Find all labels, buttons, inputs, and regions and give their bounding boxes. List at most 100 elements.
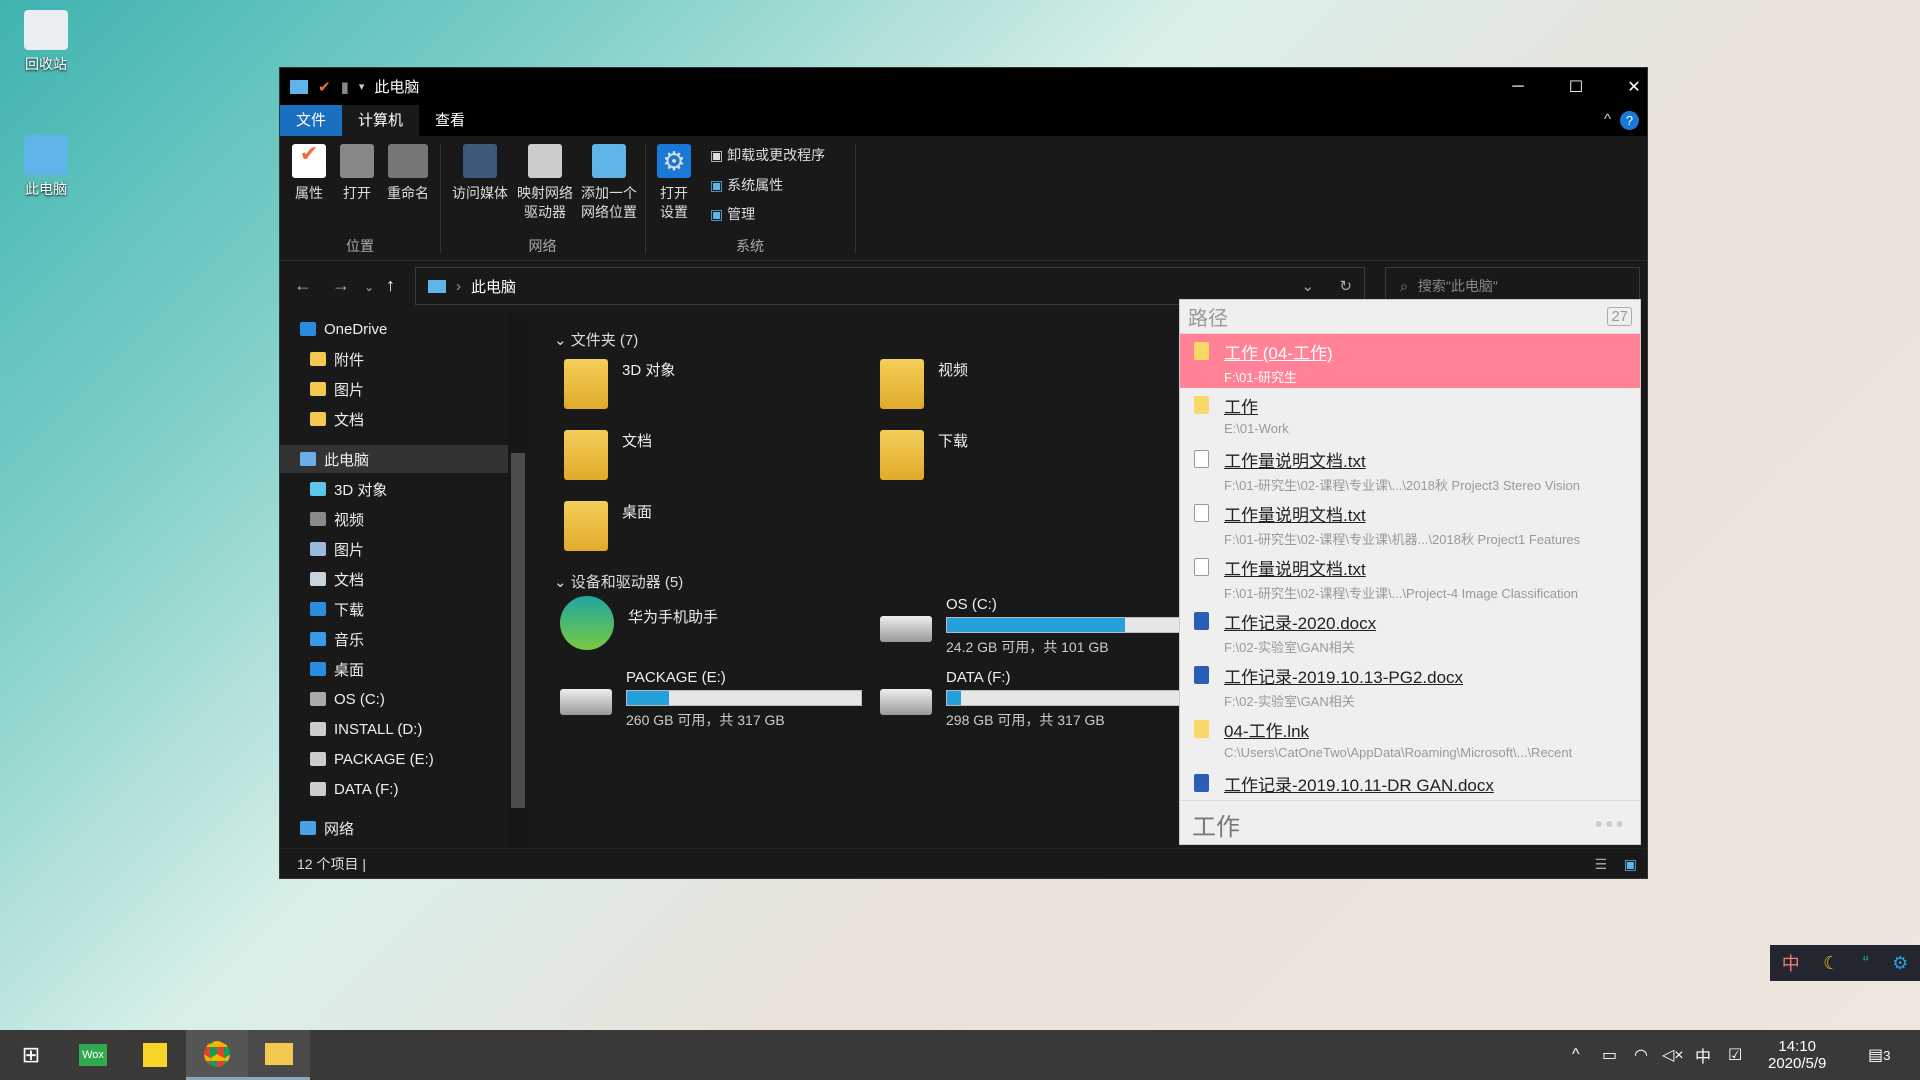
- navigation-pane: OneDrive 附件 图片 文档 此电脑 3D 对象 视频 图片 文档 下载 音乐 桌面 OS (C:…: [280, 313, 528, 850]
- scrollbar-thumb[interactable]: [511, 453, 525, 808]
- clock[interactable]: 14:10 2020/5/9: [1768, 1030, 1826, 1080]
- map-network-drive-button[interactable]: 映射网络 驱动器: [514, 144, 576, 222]
- add-network-location-button[interactable]: 添加一个 网络位置: [578, 144, 640, 222]
- help-icon[interactable]: ?: [1620, 111, 1639, 130]
- tab-file[interactable]: 文件: [280, 105, 343, 136]
- folder-item[interactable]: 桌面: [564, 501, 652, 551]
- drive-item[interactable]: DATA (F:) 298 GB 可用，共 317 GB: [880, 669, 1182, 730]
- sidebar-item[interactable]: 此电脑: [280, 445, 508, 473]
- system-properties-button[interactable]: ▣ 系统属性: [710, 176, 783, 195]
- desktop-icon-this-pc[interactable]: 此电脑: [6, 135, 86, 199]
- sidebar-item[interactable]: 视频: [280, 505, 508, 533]
- moon-icon[interactable]: ☾: [1823, 953, 1839, 974]
- maximize-button[interactable]: ☐: [1547, 68, 1605, 105]
- sidebar-item[interactable]: 3D 对象: [280, 475, 508, 503]
- ime-mode-chinese[interactable]: 中: [1782, 950, 1800, 976]
- folder-item[interactable]: 下载: [880, 430, 968, 480]
- punctuation-icon[interactable]: “: [1863, 953, 1869, 974]
- wox-result-item[interactable]: 04-工作.lnk C:\Users\CatOneTwo\AppData\Roam…: [1180, 712, 1640, 766]
- sidebar-item[interactable]: 文档: [280, 405, 508, 433]
- manage-button[interactable]: ▣ 管理: [710, 205, 755, 224]
- pen-workspace-icon[interactable]: ☑: [1728, 1030, 1742, 1080]
- customize-quick-access-icon[interactable]: ▾: [359, 80, 365, 93]
- breadcrumb-this-pc[interactable]: 此电脑: [471, 276, 516, 297]
- sidebar-item[interactable]: OneDrive: [280, 315, 508, 343]
- recent-locations-button[interactable]: ⌄: [364, 280, 374, 294]
- device-item[interactable]: 华为手机助手: [560, 596, 718, 650]
- wox-icon: Wox: [79, 1044, 107, 1066]
- wox-result-item[interactable]: 工作记录-2020.docx F:\02-实验室\GAN相关: [1180, 604, 1640, 658]
- uninstall-program-button[interactable]: ▣ 卸载或更改程序: [710, 146, 825, 165]
- close-button[interactable]: ✕: [1605, 68, 1663, 105]
- open-quick-icon[interactable]: ▮: [341, 78, 349, 96]
- taskbar-file-explorer[interactable]: [248, 1030, 310, 1080]
- folder-icon: [1194, 720, 1209, 738]
- sidebar-item[interactable]: OS (C:): [280, 685, 508, 713]
- desktop-icon-recycle-bin[interactable]: 回收站: [6, 10, 86, 74]
- battery-icon[interactable]: ▭: [1602, 1030, 1617, 1080]
- drive-item[interactable]: OS (C:) 24.2 GB 可用，共 101 GB: [880, 596, 1182, 657]
- open-settings-button[interactable]: ⚙ 打开 设置: [655, 144, 693, 222]
- sidebar-item[interactable]: 图片: [280, 535, 508, 563]
- sidebar-item[interactable]: 图片: [280, 375, 508, 403]
- computer-icon: [428, 279, 446, 293]
- collapse-ribbon-icon[interactable]: ^: [1604, 111, 1611, 128]
- taskbar-sticky-notes[interactable]: [124, 1030, 186, 1080]
- folders-group-header[interactable]: ⌄ 文件夹 (7): [554, 329, 638, 350]
- sidebar-item[interactable]: 下载: [280, 595, 508, 623]
- sidebar-item[interactable]: DATA (F:): [280, 775, 508, 803]
- group-label-system: 系统: [736, 238, 764, 254]
- taskbar-chrome[interactable]: [186, 1030, 248, 1080]
- windows-icon: ⊞: [21, 1042, 41, 1067]
- sidebar-item[interactable]: 桌面: [280, 655, 508, 683]
- refresh-icon[interactable]: ↻: [1339, 277, 1352, 295]
- open-button[interactable]: 打开: [338, 144, 376, 203]
- back-button[interactable]: ←: [294, 275, 312, 296]
- wox-result-item[interactable]: 工作记录-2019.10.13-PG2.docx F:\02-实验室\GAN相关: [1180, 658, 1640, 712]
- volume-muted-icon[interactable]: ◁×: [1662, 1030, 1684, 1080]
- wox-result-item[interactable]: 工作 E:\01-Work: [1180, 388, 1640, 442]
- rename-button[interactable]: 重命名: [384, 144, 432, 203]
- settings-icon[interactable]: ⚙: [1892, 953, 1908, 974]
- folder-item[interactable]: 视频: [880, 359, 968, 409]
- windows-drive-icon: [880, 616, 932, 642]
- start-button[interactable]: ⊞: [0, 1030, 62, 1080]
- devices-group-header[interactable]: ⌄ 设备和驱动器 (5): [554, 571, 683, 592]
- tab-computer[interactable]: 计算机: [342, 105, 420, 136]
- title-bar: ✔ ▮ ▾ 此电脑 ─ ☐ ✕: [280, 68, 1647, 105]
- more-icon[interactable]: ●●●: [1595, 815, 1626, 831]
- access-media-button[interactable]: 访问媒体: [450, 144, 510, 203]
- sidebar-item[interactable]: 网络: [280, 814, 508, 842]
- sidebar-item-icon: [310, 542, 326, 556]
- show-hidden-icons[interactable]: ^: [1572, 1030, 1580, 1080]
- forward-button[interactable]: →: [332, 275, 350, 296]
- sidebar-item[interactable]: PACKAGE (E:): [280, 745, 508, 773]
- address-dropdown-icon[interactable]: ⌄: [1301, 277, 1314, 295]
- details-view-icon[interactable]: ☰: [1594, 849, 1607, 879]
- drive-icon: [560, 689, 612, 715]
- taskbar-wox[interactable]: Wox: [62, 1030, 124, 1080]
- sidebar-item[interactable]: INSTALL (D:): [280, 715, 508, 743]
- recycle-bin-icon: [24, 10, 68, 50]
- wox-result-item[interactable]: 工作 (04-工作) F:\01-研究生: [1180, 334, 1640, 388]
- properties-button[interactable]: ✔ 属性: [290, 143, 328, 203]
- sidebar-item[interactable]: 文档: [280, 565, 508, 593]
- properties-quick-icon[interactable]: ✔: [318, 78, 331, 96]
- wifi-icon[interactable]: ◠: [1634, 1030, 1648, 1080]
- wox-result-item[interactable]: 工作量说明文档.txt F:\01-研究生\02-课程\专业课\机器...\201…: [1180, 496, 1640, 550]
- wox-query-input[interactable]: 工作 ●●●: [1180, 800, 1640, 844]
- sidebar-item[interactable]: 附件: [280, 345, 508, 373]
- action-center-icon[interactable]: ▤ 3: [1868, 1030, 1891, 1080]
- sidebar-item[interactable]: 音乐: [280, 625, 508, 653]
- folder-item[interactable]: 3D 对象: [564, 359, 675, 409]
- wox-result-item[interactable]: 工作量说明文档.txt F:\01-研究生\02-课程\专业课\...\Proje…: [1180, 550, 1640, 604]
- folder-item[interactable]: 文档: [564, 430, 652, 480]
- large-icons-view-icon[interactable]: ▣: [1624, 849, 1637, 879]
- minimize-button[interactable]: ─: [1489, 68, 1547, 105]
- wox-result-item[interactable]: 工作量说明文档.txt F:\01-研究生\02-课程\专业课\...\2018秋…: [1180, 442, 1640, 496]
- drive-item[interactable]: PACKAGE (E:) 260 GB 可用，共 317 GB: [560, 669, 862, 730]
- navigation-scrollbar[interactable]: [508, 313, 528, 850]
- tab-view[interactable]: 查看: [419, 105, 481, 136]
- up-button[interactable]: ↑: [386, 275, 395, 296]
- ime-indicator[interactable]: 中: [1695, 1030, 1711, 1080]
